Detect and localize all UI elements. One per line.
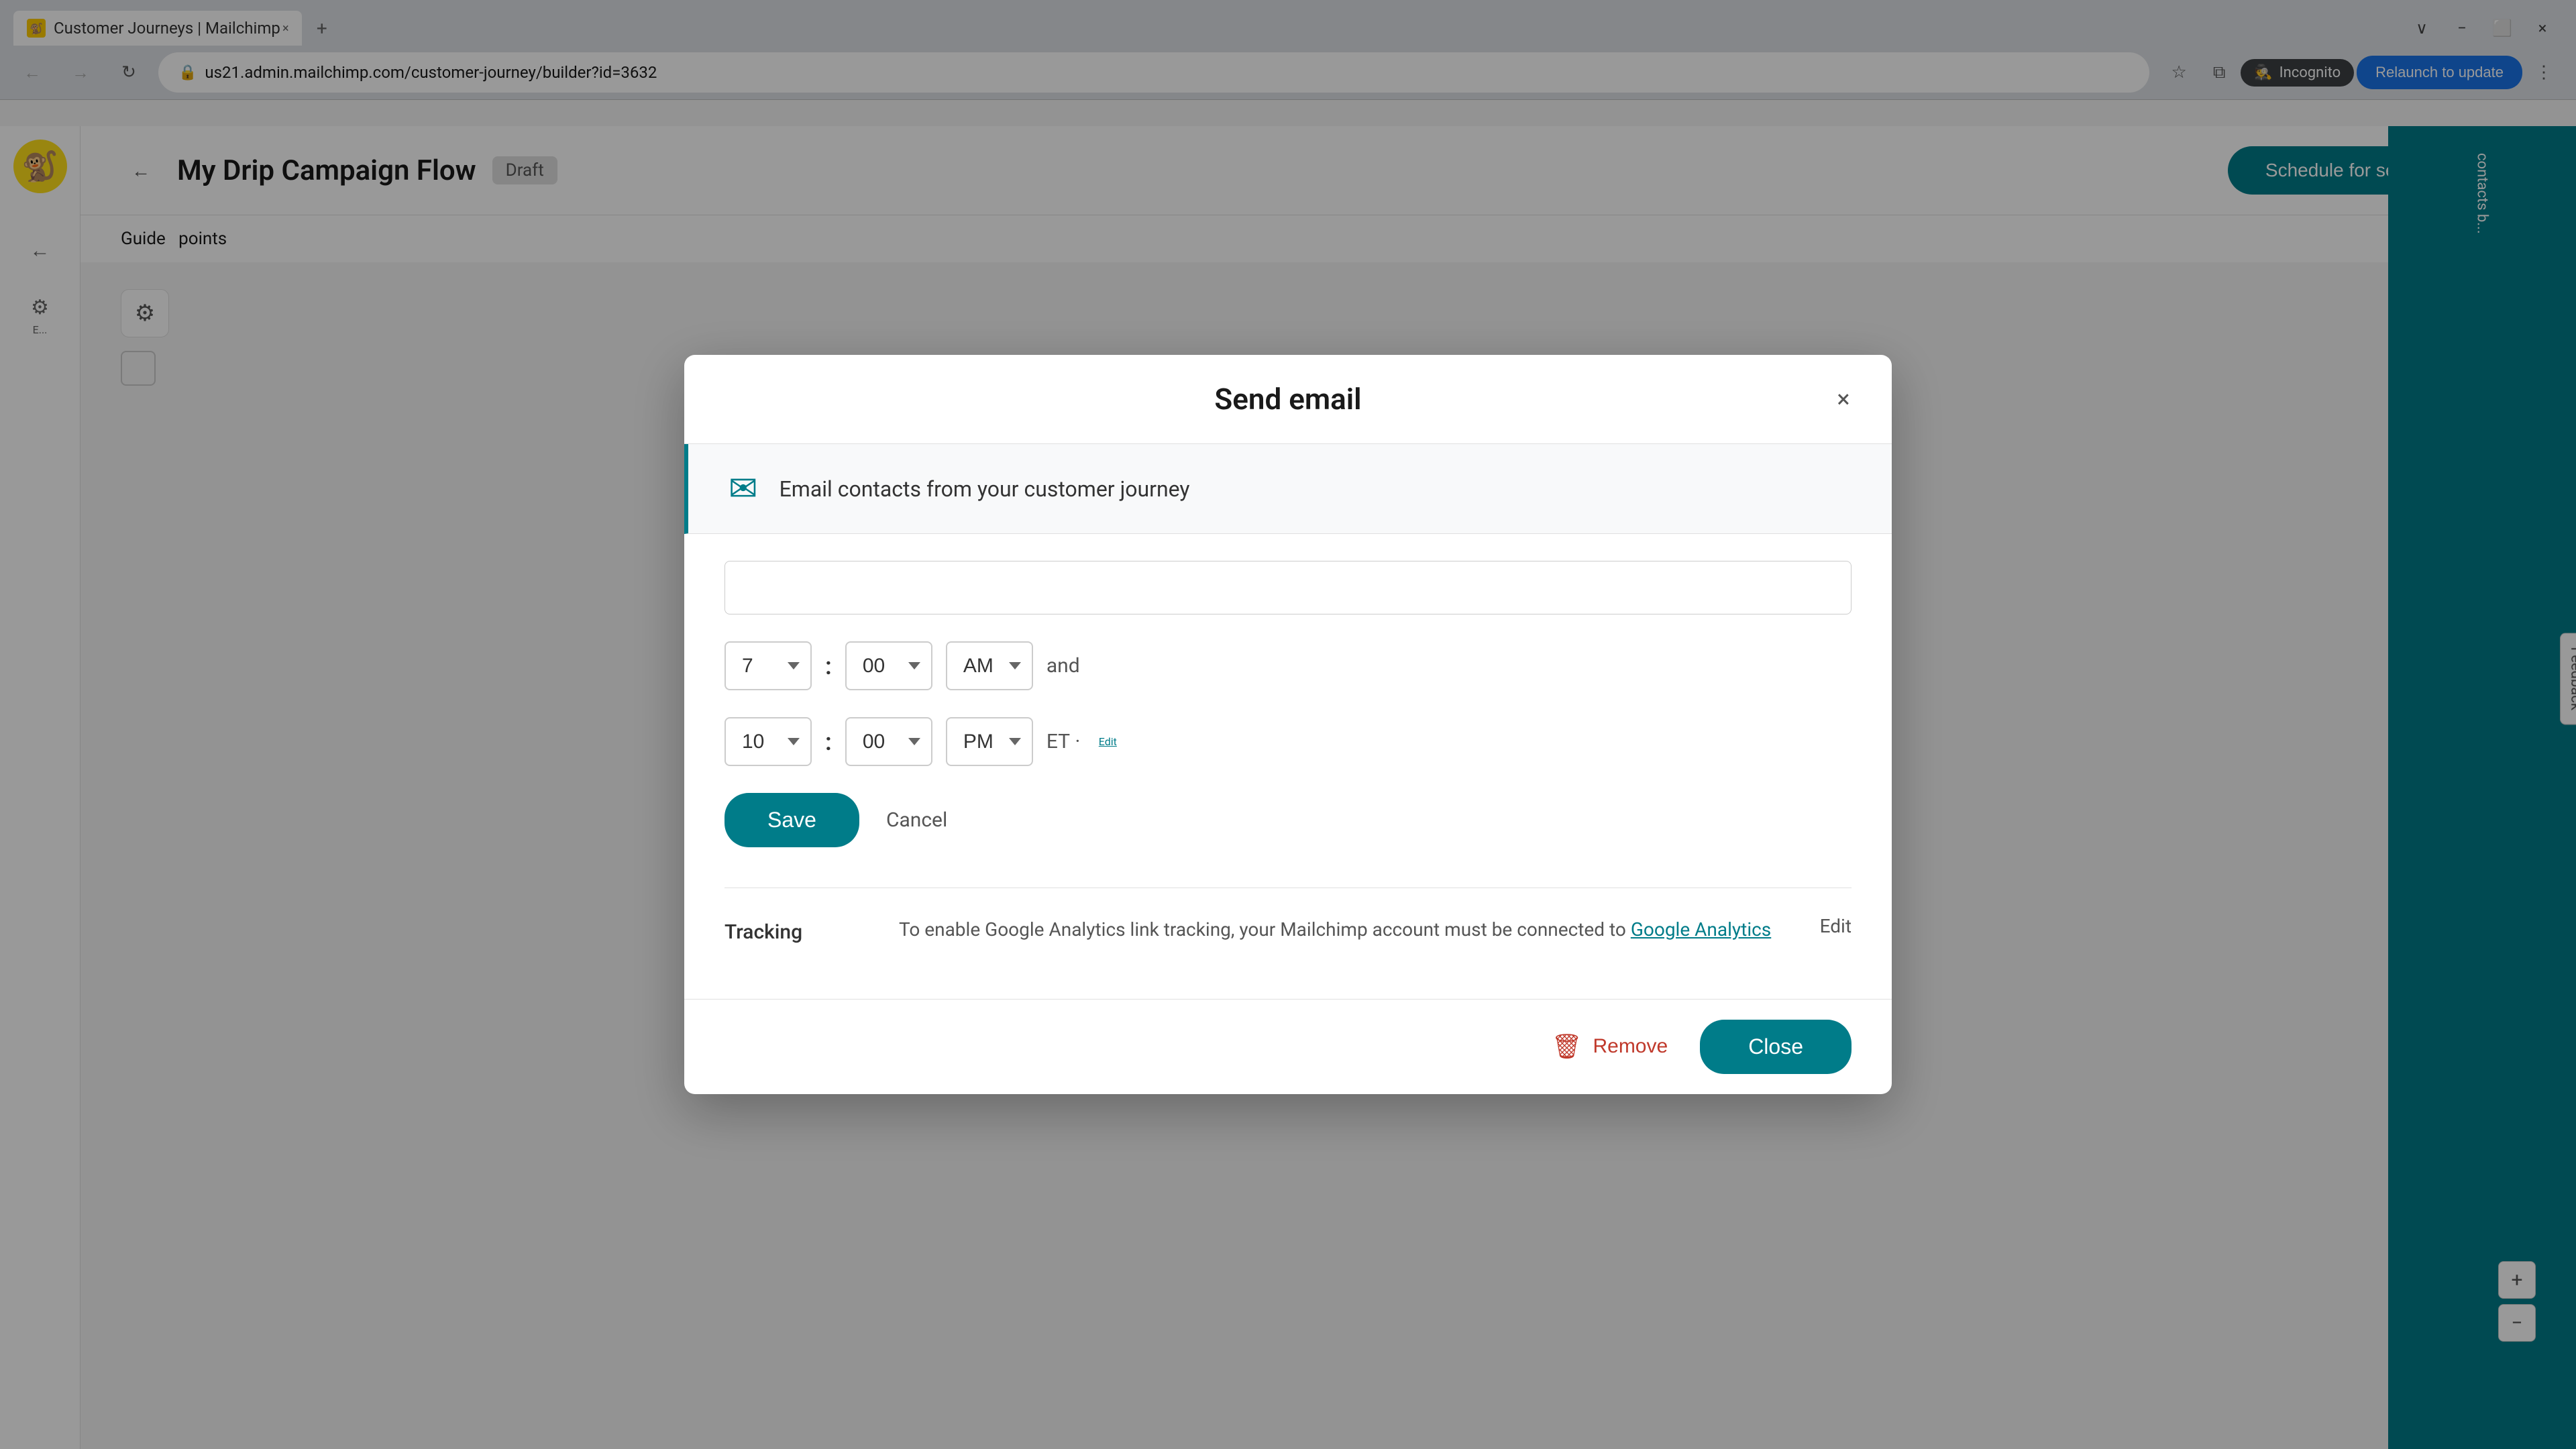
tracking-edit-button[interactable]: Edit: [1820, 915, 1851, 937]
period-select-1[interactable]: AM PM: [946, 641, 1033, 690]
minute-select-1[interactable]: 00 15 30 45: [845, 641, 932, 690]
hour-select-1[interactable]: 7 1 2 3 4 5 6 8 9 10 11 12: [724, 641, 812, 690]
email-banner-text: Email contacts from your customer journe…: [780, 476, 1190, 502]
time-row-2: 10 1 2 3 4 5 6 7 8 9 11 12 :: [724, 717, 1851, 766]
google-analytics-link[interactable]: Google Analytics: [1631, 918, 1771, 941]
tracking-section: Tracking To enable Google Analytics link…: [724, 915, 1851, 972]
modal-input-area[interactable]: [724, 561, 1851, 614]
cancel-link[interactable]: Cancel: [886, 808, 947, 832]
save-button[interactable]: Save: [724, 793, 859, 847]
connector-label: and: [1046, 654, 1080, 678]
send-email-modal: Send email × ✉ Email contacts from your …: [684, 355, 1892, 1094]
email-banner: ✉ Email contacts from your customer jour…: [684, 444, 1892, 534]
timezone-label: ET ·: [1046, 730, 1085, 753]
time-row-1: 7 1 2 3 4 5 6 8 9 10 11 12 :: [724, 641, 1851, 690]
minute-select-2[interactable]: 00 15 30 45: [845, 717, 932, 766]
colon-2: :: [825, 728, 832, 756]
modal-scrollable-content: 7 1 2 3 4 5 6 8 9 10 11 12 :: [684, 534, 1892, 999]
modal-body[interactable]: ✉ Email contacts from your customer jour…: [684, 444, 1892, 999]
modal-overlay: Send email × ✉ Email contacts from your …: [0, 0, 2576, 1449]
tracking-message: To enable Google Analytics link tracking…: [899, 918, 1631, 941]
tracking-content: To enable Google Analytics link tracking…: [899, 915, 1793, 945]
modal-title: Send email: [1214, 382, 1361, 417]
close-button[interactable]: Close: [1700, 1020, 1851, 1074]
action-row: Save Cancel: [724, 793, 1851, 847]
trash-icon: 🗑: [1552, 1032, 1582, 1061]
tracking-label: Tracking: [724, 915, 872, 944]
period-select-2[interactable]: PM AM: [946, 717, 1033, 766]
modal-footer: 🗑 Remove Close: [684, 999, 1892, 1094]
email-icon: ✉: [729, 468, 758, 509]
remove-button[interactable]: 🗑 Remove: [1536, 1022, 1684, 1071]
modal-header: Send email ×: [684, 355, 1892, 444]
remove-label: Remove: [1593, 1035, 1668, 1058]
colon-1: :: [825, 652, 832, 680]
timezone-edit-link[interactable]: Edit: [1099, 735, 1117, 748]
hour-select-2[interactable]: 10 1 2 3 4 5 6 7 8 9 11 12: [724, 717, 812, 766]
modal-close-button[interactable]: ×: [1822, 378, 1865, 421]
